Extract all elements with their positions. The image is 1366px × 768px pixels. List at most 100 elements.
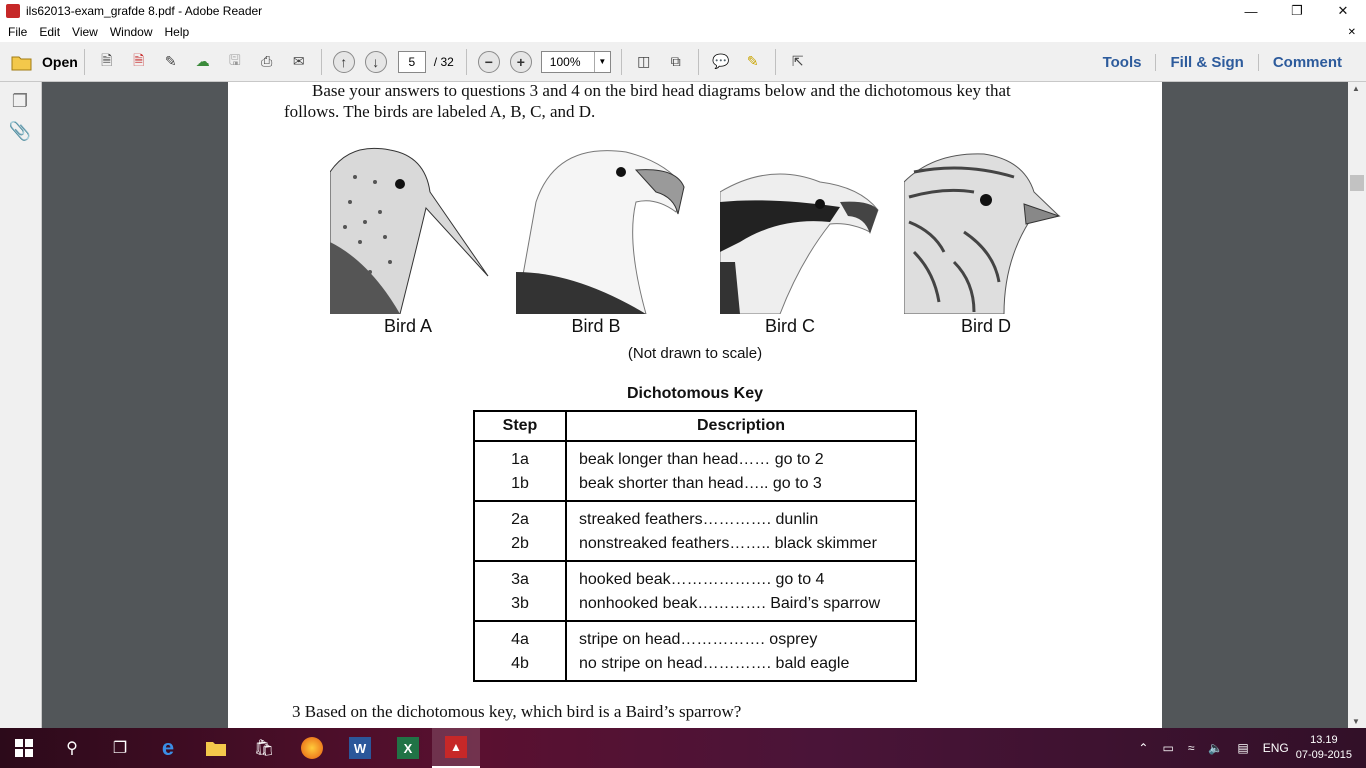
menu-help[interactable]: Help <box>165 25 190 39</box>
minimize-button[interactable]: — <box>1228 0 1274 22</box>
key-step: 3b <box>473 591 567 622</box>
fullscreen-button[interactable]: ⇱ <box>782 47 814 77</box>
wifi-icon[interactable]: ≈ <box>1188 741 1195 755</box>
menu-file[interactable]: File <box>8 25 27 39</box>
vertical-scrollbar[interactable]: ▲ ▼ <box>1348 82 1366 728</box>
tools-link[interactable]: Tools <box>1089 54 1156 71</box>
bird-c-image <box>719 142 880 315</box>
task-view-button[interactable]: ❐ <box>96 728 144 768</box>
header-description: Description <box>565 410 917 442</box>
key-desc: nonhooked beak…………. Baird’s sparrow <box>565 591 917 622</box>
zoom-select[interactable]: 100% ▼ <box>540 50 611 73</box>
key-desc: hooked beak………………. go to 4 <box>565 561 917 591</box>
fit-page-button[interactable]: ◫ <box>628 47 660 77</box>
page-total: / 32 <box>433 54 454 69</box>
clock-date: 07-09-2015 <box>1295 749 1352 761</box>
next-page-button[interactable]: ↓ <box>360 47 392 77</box>
key-step: 2b <box>473 531 567 562</box>
window-title: ils62013-exam_grafde 8.pdf - Adobe Reade… <box>26 4 263 18</box>
key-title: Dichotomous Key <box>626 385 763 402</box>
fit-window-button[interactable]: ⧉ <box>660 47 692 77</box>
store-button[interactable]: 🛍 <box>240 728 288 768</box>
excel-button[interactable]: X <box>384 728 432 768</box>
menu-close-icon[interactable]: ✕ <box>1348 27 1356 38</box>
close-button[interactable]: ✕ <box>1320 0 1366 22</box>
edge-button[interactable]: e <box>144 728 192 768</box>
clock[interactable]: 13.19 07-09-2015 <box>1296 733 1352 763</box>
scroll-up-icon[interactable]: ▲ <box>1352 84 1360 93</box>
firefox-icon <box>301 737 323 759</box>
intro-text: Base your answers to questions 3 and 4 o… <box>284 82 1114 122</box>
open-label: Open <box>42 53 78 70</box>
key-desc: stripe on head……………. osprey <box>565 621 917 651</box>
export-pdf-icon: 🗎 <box>133 51 145 68</box>
folder-icon <box>11 56 32 70</box>
file-explorer-button[interactable] <box>192 728 240 768</box>
menu-edit[interactable]: Edit <box>39 25 60 39</box>
upload-button[interactable]: ☁ <box>187 47 219 77</box>
page-thumbnails-icon[interactable]: ❐ <box>9 90 31 112</box>
task-view-icon: ❐ <box>112 740 128 757</box>
title-bar: ils62013-exam_grafde 8.pdf - Adobe Reade… <box>0 0 1366 22</box>
battery-icon[interactable]: ▭ <box>1162 741 1173 755</box>
zoom-in-button[interactable]: + <box>505 47 537 77</box>
menu-view[interactable]: View <box>72 25 98 39</box>
menu-window[interactable]: Window <box>110 25 153 39</box>
page-number-input[interactable]: 5 <box>397 50 426 73</box>
folder-icon <box>206 742 226 756</box>
fit-window-icon: ⧉ <box>670 53 681 69</box>
minus-icon: − <box>477 50 500 73</box>
adobe-reader-icon <box>6 4 20 18</box>
restore-button[interactable]: ❐ <box>1274 0 1320 22</box>
print-button[interactable]: ⎙ <box>251 47 283 77</box>
key-step: 1b <box>473 471 567 502</box>
cloud-upload-icon: ☁ <box>195 53 210 69</box>
open-button[interactable]: Open <box>10 47 78 77</box>
bird-a-label: Bird A <box>383 316 433 336</box>
key-desc: streaked feathers…………. dunlin <box>565 501 917 531</box>
document-viewport[interactable]: Base your answers to questions 3 and 4 o… <box>42 82 1348 728</box>
word-button[interactable]: W <box>336 728 384 768</box>
create-pdf-icon: 🗎 <box>101 51 113 68</box>
scrollbar-thumb[interactable] <box>1350 175 1364 191</box>
zoom-out-button[interactable]: − <box>473 47 505 77</box>
zoom-value: 100% <box>549 54 581 69</box>
edge-icon: e <box>161 735 175 760</box>
create-pdf-button[interactable]: 🗎 <box>91 47 123 77</box>
bird-a-image <box>329 142 490 315</box>
prev-page-button[interactable]: ↑ <box>328 47 360 77</box>
adobe-reader-icon: ▲ <box>445 736 467 758</box>
key-desc: nonstreaked feathers…….. black skimmer <box>565 531 917 562</box>
edit-pdf-button[interactable]: ✎ <box>155 47 187 77</box>
intro-line-2: follows. The birds are labeled A, B, C, … <box>284 102 596 121</box>
plus-icon: + <box>509 50 532 73</box>
attachments-icon[interactable]: 📎 <box>9 120 31 142</box>
comment-link[interactable]: Comment <box>1257 53 1356 71</box>
key-desc: no stripe on head…………. bald eagle <box>565 651 917 682</box>
notifications-icon[interactable]: ▤ <box>1237 741 1248 755</box>
export-pdf-button[interactable]: 🗎 <box>123 47 155 77</box>
scroll-down-icon[interactable]: ▼ <box>1352 717 1360 726</box>
save-button[interactable]: 🖫 <box>219 47 251 77</box>
key-step: 2a <box>473 501 567 531</box>
highlight-button[interactable]: ✎ <box>737 47 769 77</box>
search-button[interactable]: ⚲ <box>48 728 96 768</box>
email-icon: ✉ <box>292 53 305 69</box>
fill-sign-link[interactable]: Fill & Sign <box>1155 53 1257 71</box>
start-button[interactable] <box>0 728 48 768</box>
adobe-reader-taskbar-button[interactable]: ▲ <box>432 728 480 768</box>
firefox-button[interactable] <box>288 728 336 768</box>
intro-line-1: Base your answers to questions 3 and 4 o… <box>312 82 1011 100</box>
sticky-note-button[interactable]: 💬 <box>705 47 737 77</box>
chevron-down-icon[interactable]: ▼ <box>593 51 610 72</box>
edit-icon: ✎ <box>164 53 177 69</box>
expand-icon: ⇱ <box>791 53 804 69</box>
bird-b-image <box>515 142 685 315</box>
bird-d-label: Bird D <box>960 316 1011 336</box>
system-tray: ⌃ ▭ ≈ 🔈 ▤ ENG 13.19 07-09-2015 <box>1131 728 1366 768</box>
language-indicator[interactable]: ENG <box>1263 741 1289 755</box>
volume-icon[interactable]: 🔈 <box>1208 741 1223 755</box>
email-button[interactable]: ✉ <box>283 47 315 77</box>
chevron-up-icon[interactable]: ⌃ <box>1138 741 1148 755</box>
toolbar: Open 🗎 🗎 ✎ ☁ 🖫 ⎙ ✉ ↑ ↓ 5 / 32 − + 100% ▼… <box>0 42 1366 82</box>
